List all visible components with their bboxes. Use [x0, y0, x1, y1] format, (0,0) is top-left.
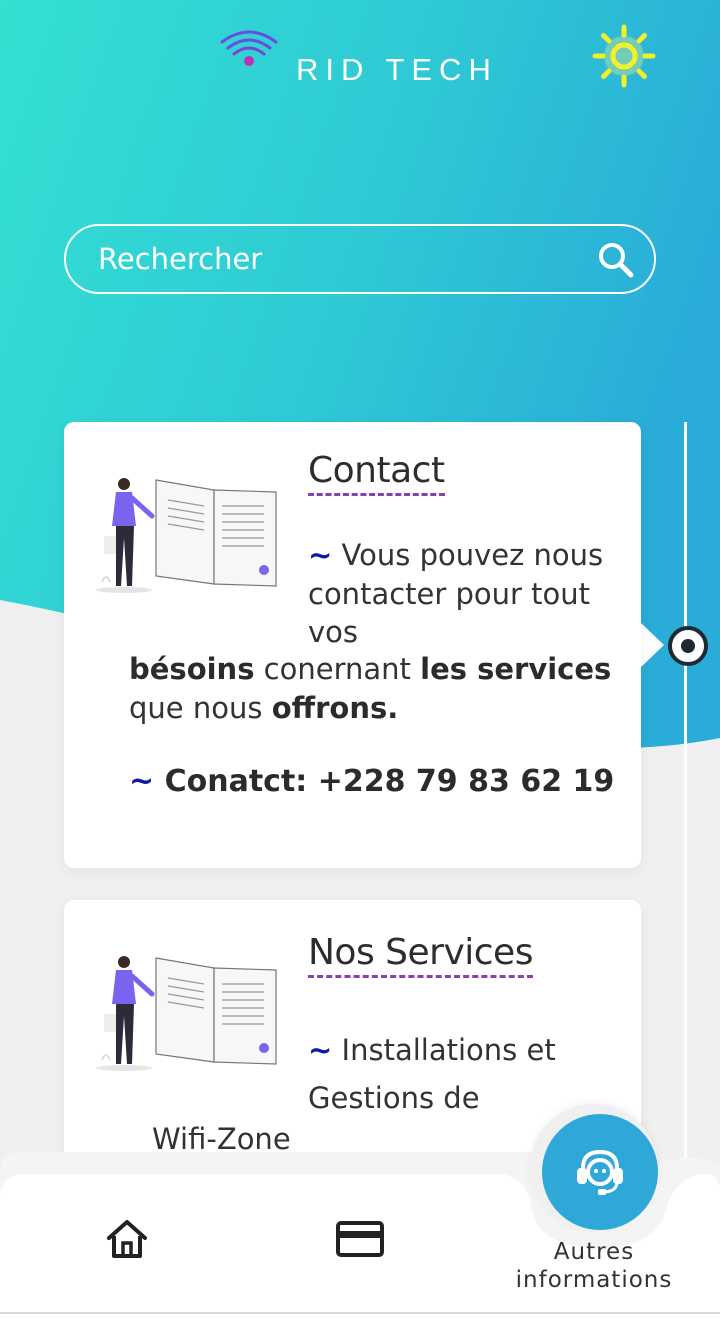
wifi-icon — [220, 30, 278, 66]
support-button[interactable] — [542, 1114, 658, 1230]
support-label-line1: Autres — [553, 1239, 635, 1265]
bold-text: bésoins — [129, 652, 255, 686]
scroll-handle-icon[interactable] — [666, 624, 710, 668]
card-description-text: Installations et Gestions de — [308, 1033, 556, 1115]
tilde-bullet: ~ — [129, 764, 155, 799]
app-brand-title: RID TECH — [296, 52, 498, 87]
support-label[interactable]: Autres informations — [496, 1238, 692, 1294]
search-icon[interactable] — [596, 240, 636, 280]
bold-text: les services — [420, 652, 612, 686]
card-description-start: ~ Installations et Gestions de — [308, 1026, 608, 1122]
card-description-start: ~ Vous pouvez nous contacter pour tout v… — [308, 536, 608, 652]
bottom-divider — [0, 1312, 720, 1314]
support-label-line2: informations — [515, 1267, 673, 1293]
card-text: que nous — [129, 690, 272, 725]
phone-number-text: Conatct: +228 79 83 62 19 — [164, 764, 615, 799]
card-pointer — [640, 622, 664, 668]
card-title: Contact — [308, 450, 445, 497]
card-description-rest: bésoins conernant les services que nous … — [129, 650, 629, 727]
card-description-rest: Wifi-Zone — [152, 1122, 291, 1156]
person-reading-book-illustration — [96, 956, 277, 1071]
tilde-bullet: ~ — [308, 1033, 333, 1067]
home-icon[interactable] — [104, 1216, 150, 1262]
card-title: Nos Services — [308, 932, 533, 979]
bold-text: offrons. — [271, 690, 399, 725]
credit-card-icon[interactable] — [334, 1216, 386, 1262]
person-reading-book-illustration — [96, 478, 277, 593]
scroll-track — [684, 422, 687, 1182]
card-text: conernant — [254, 652, 421, 686]
contact-phone[interactable]: ~ Conatct: +228 79 83 62 19 — [129, 764, 614, 799]
card-description-text: Vous pouvez nous contacter pour tout vos — [308, 538, 604, 649]
sun-icon[interactable] — [590, 22, 658, 90]
tilde-bullet: ~ — [308, 538, 333, 572]
search-input[interactable] — [98, 236, 578, 282]
headset-support-icon — [577, 1149, 623, 1195]
contact-card[interactable]: Contact ~ Vous pouvez nous contacter pou… — [64, 422, 641, 868]
search-bar — [64, 224, 656, 294]
